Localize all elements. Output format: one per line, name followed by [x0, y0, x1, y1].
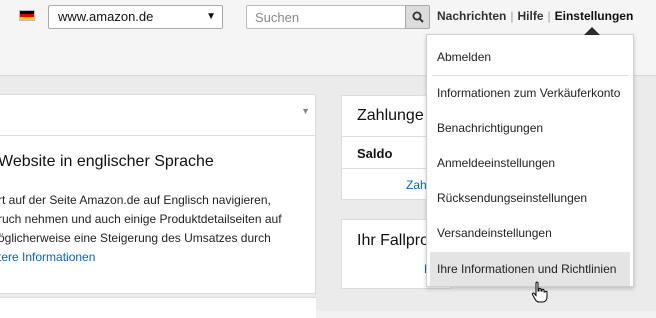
search-button[interactable]	[405, 5, 430, 29]
menu-item-logout[interactable]: Abmelden	[430, 40, 630, 74]
card-title: Zahlunge	[357, 107, 424, 124]
divider	[0, 135, 315, 136]
menu-item-return-settings[interactable]: Rücksendungseinstellungen	[430, 181, 630, 215]
hand-cursor-icon	[531, 281, 548, 303]
menu-item-login-settings[interactable]: Anmeldeeinstellungen	[430, 146, 630, 180]
help-link[interactable]: Hilfe	[517, 9, 543, 23]
card-heading: Website in englischer Sprache	[0, 153, 214, 170]
english-site-card: ▼ Website in englischer Sprache rt auf d…	[0, 94, 316, 294]
payments-link[interactable]: Zah	[406, 178, 427, 192]
menu-item-notifications[interactable]: Benachrichtigungen	[430, 111, 630, 145]
marketplace-select[interactable]: www.amazon.de ▼	[48, 5, 223, 29]
menu-item-your-info-and-policies[interactable]: Ihre Informationen und Richtlinien	[430, 252, 630, 286]
menu-pointer	[584, 27, 600, 35]
card-text-line: öglicherweise eine Steigerung des Umsatz…	[0, 231, 271, 245]
divider: |	[547, 9, 551, 23]
chevron-down-icon: ▼	[206, 11, 216, 22]
menu-item-seller-account-info[interactable]: Informationen zum Verkäuferkonto	[430, 76, 630, 110]
marketplace-value: www.amazon.de	[58, 9, 154, 24]
german-flag-icon[interactable]	[19, 10, 35, 21]
menu-item-shipping-settings[interactable]: Versandeinstellungen	[430, 216, 630, 250]
chevron-down-icon[interactable]: ▼	[301, 106, 310, 116]
balance-label: Saldo	[357, 146, 393, 161]
top-links: Nachrichten | Hilfe | Einstellungen	[437, 9, 633, 23]
next-card	[0, 297, 316, 318]
settings-link[interactable]: Einstellungen	[555, 9, 634, 23]
search-icon	[412, 11, 424, 23]
card-text: rt auf der Seite Amazon.de auf Englisch …	[0, 191, 318, 267]
card-title: Ihr Fallpro	[357, 232, 430, 249]
card-text-line: ruch nehmen und auch einige Produktdetai…	[0, 212, 282, 226]
more-info-link[interactable]: tere Informationen	[0, 250, 95, 264]
divider: |	[510, 9, 514, 23]
card-text-line: rt auf der Seite Amazon.de auf Englisch …	[0, 193, 271, 207]
settings-dropdown-menu: Abmelden Informationen zum Verkäuferkont…	[426, 27, 634, 287]
messages-link[interactable]: Nachrichten	[437, 9, 506, 23]
search-input[interactable]	[246, 5, 406, 29]
